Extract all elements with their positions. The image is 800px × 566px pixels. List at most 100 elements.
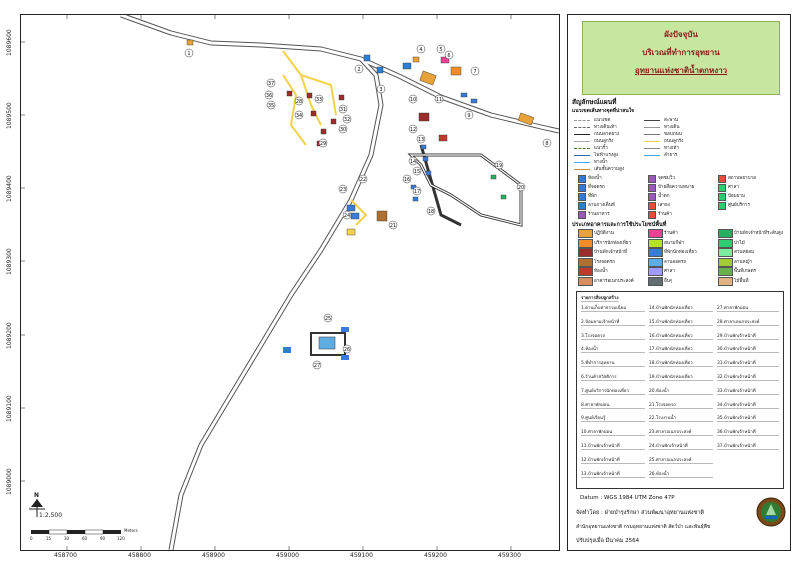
legend-icon-symbol [578,175,586,183]
legend-icon-symbol [578,211,586,219]
svg-text:1: 1 [187,51,190,57]
landuse-swatch [718,248,733,257]
landuse-swatch [648,238,663,248]
landuse-swatch [578,267,593,276]
svg-text:21: 21 [390,223,396,229]
legend-line-symbol [574,148,590,149]
landuse-swatch [578,248,593,257]
landuse-label: ลานจอดรถ [664,259,687,265]
legend-line-label: ทางเดินเท้า [594,125,617,130]
landuse-swatch [648,276,663,286]
legend-line-symbol [644,120,660,121]
svg-text:26: 26 [344,347,350,353]
x-tick-bottom: 459100 [350,552,373,559]
svg-text:33: 33 [316,97,322,103]
table-cell: 18.บ้านพักนักท่องเที่ยว [649,359,713,368]
legend-line-symbol [574,155,590,156]
svg-text:7: 7 [473,69,476,75]
legend-line-label: เส้นชั้นความสูง [594,167,625,172]
datum-text: Datum : WGS 1984 UTM Zone 47P [580,495,675,501]
landuse-label: ศาลา [664,269,675,274]
table-cell: 28.ศาลาเอนกประสงค์ [717,318,779,326]
legend-line-label: ลำธาร [664,153,678,158]
scale-tick: 15 [46,536,52,541]
legend-icon-label: จุดชมวิว [658,176,675,181]
svg-text:27: 27 [314,363,320,369]
legend-line-label: ทางน้ำ [594,160,608,165]
table-cell: 26.ห้องน้ำ [649,470,713,478]
legend-icon-label: ร้านอาหาร [588,212,610,217]
landuse-label: ป่าไม้ [734,240,745,246]
table-cell: 4.ห้องน้ำ [581,345,645,354]
legend-icon-symbol [648,202,656,210]
x-tick-bottom: 458700 [54,552,77,559]
building-table: รายการสิ่งปลูกสร้าง 1.ด่านเก็บค่าธรรมเนี… [576,291,784,489]
legend-icon-symbol [578,202,586,210]
landuse-swatch [578,238,593,248]
svg-text:36: 36 [266,93,272,99]
svg-text:23: 23 [340,187,346,193]
legend-icon-symbol [648,193,656,201]
landuse-heading: ประเภทอาคารและการใช้ประโยชน์พื้นที่ [572,222,667,228]
landuse-swatch [578,229,593,238]
map-frame[interactable]: 123 456 789 10 11 12 13 14 15 16 17 18 19 20 21 … [20,14,560,551]
legend-line-symbol [574,162,590,163]
table-cell: 29.บ้านพักเจ้าหน้าที่ [717,332,779,340]
south-cluster [283,327,349,360]
y-tick: 1089600 [6,29,13,56]
scale-tick: 60 [82,536,88,541]
svg-text:30: 30 [340,127,346,133]
legend-icon-symbol [648,211,656,219]
y-tick: 1089400 [6,175,13,202]
svg-text:24: 24 [344,213,350,219]
table-cell: 35.บ้านพักเจ้าหน้าที่ [717,414,779,423]
x-tick-bottom: 458900 [202,552,225,559]
landuse-label: สนามกีฬา [664,240,685,246]
legend-line-symbol [574,169,590,170]
svg-text:18: 18 [428,209,434,215]
svg-text:35: 35 [268,103,274,109]
svg-text:9: 9 [467,113,470,119]
svg-text:25: 25 [325,316,331,322]
table-cell: 17.บ้านพักนักท่องเที่ยว [649,345,713,354]
landuse-swatch [718,257,733,267]
table-cell: 2.ป้อมยามเจ้าหน้าที่ [581,318,645,326]
landuse-swatch [718,276,733,286]
svg-text:15: 15 [414,169,420,175]
x-tick-bottom: 459000 [276,552,299,559]
legend-icon-label: ศูนย์บริการ [728,203,750,208]
legend-icon-symbol [718,202,726,210]
legend-icon-symbol [648,175,656,183]
table-cell: 37.บ้านพักเจ้าหน้าที่ [717,442,779,450]
scale-unit: Meters [124,528,138,533]
scale-bar [31,529,121,535]
y-tick: 1089300 [6,248,13,275]
legend-line-label: สะพาน [664,118,679,123]
svg-text:2: 2 [357,67,360,73]
table-cell: 11.บ้านพักเจ้าหน้าที่ [581,442,645,450]
legend-line-symbol [644,134,660,135]
legend-icon-label: ป้ายสื่อความหมาย [658,185,695,190]
table-cell: 8.ศาลาพักผ่อน [581,401,645,409]
site-label-text: 123 4 56 789 10 1112 131415 161718 192021 … [187,47,548,369]
svg-text:6: 6 [447,53,450,59]
legend-heading: สัญลักษณ์แผนที่ [572,98,617,106]
scale-tick: 30 [64,536,70,541]
table-cell: 22.โรงงานน้ำ [649,414,713,423]
svg-text:14: 14 [410,159,416,165]
table-cell: 9.ศูนย์เรียนรู้ [581,414,645,423]
svg-text:11: 11 [436,97,442,103]
table-cell: 12.บ้านพักเจ้าหน้าที่ [581,456,645,464]
legend-icon-label: ร้านค้า [658,212,672,217]
landuse-label: บ้านพักเจ้าหน้าที่ระดับสูง [734,231,783,236]
map-canvas[interactable]: 123 4 56 789 10 1112 131415 161718 192021 … [21,15,559,550]
svg-text:34: 34 [296,113,302,119]
table-cell: 27.ศาลาพักผ่อน [717,304,779,312]
table-cell: 31.บ้านพักเจ้าหน้าที่ [717,359,779,368]
legend-line-label: ถนนลาดยาง [594,132,619,137]
table-cell: 5.ที่ทำการอุทยาน [581,359,645,368]
dnp-logo-icon [756,497,786,527]
legend-line-symbol [644,148,660,149]
table-cell: 34.บ้านพักเจ้าหน้าที่ [717,401,779,409]
legend-line-symbol [644,155,660,156]
